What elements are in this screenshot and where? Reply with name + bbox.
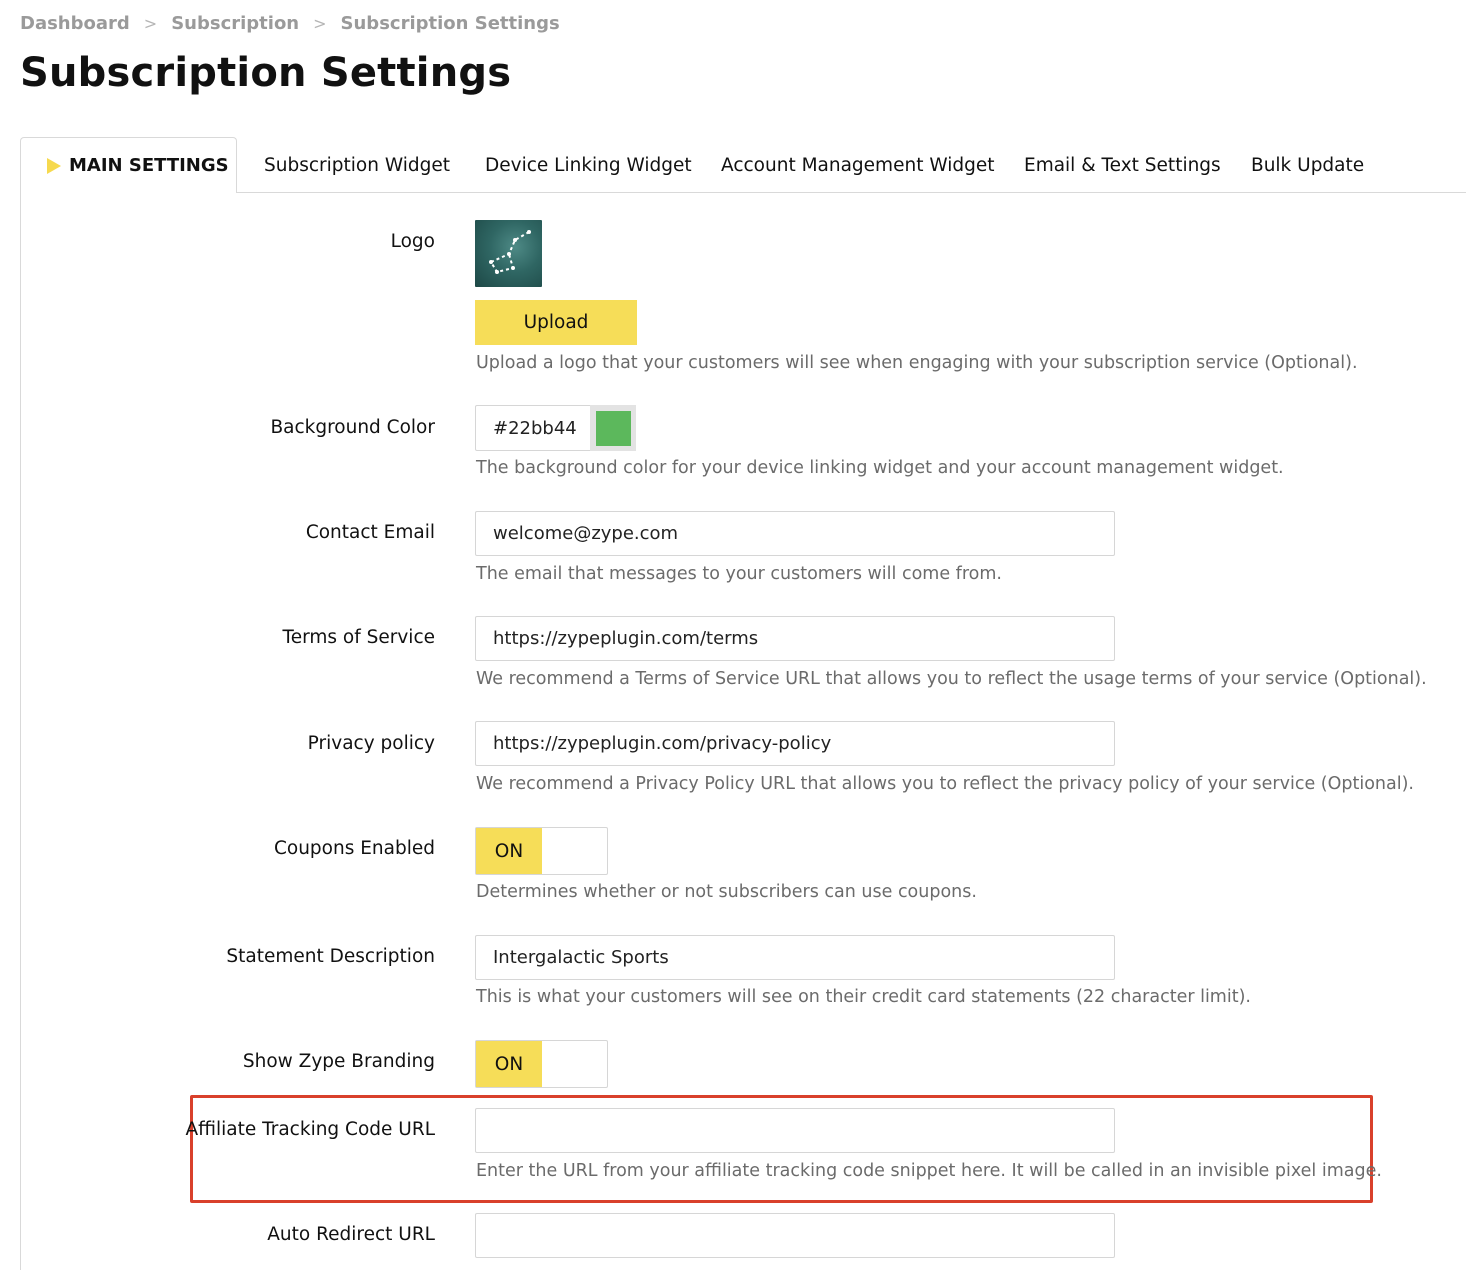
toggle-on-state: ON (476, 1041, 542, 1087)
tab-subscription-widget[interactable]: Subscription Widget (264, 137, 450, 193)
upload-button[interactable]: Upload (475, 300, 637, 345)
tab-account-management-widget[interactable]: Account Management Widget (721, 137, 994, 193)
tab-email-text-settings[interactable]: Email & Text Settings (1024, 137, 1221, 193)
constellation-icon (489, 230, 531, 274)
color-picker-button[interactable] (590, 405, 636, 451)
logo-help: Upload a logo that your customers will s… (476, 353, 1358, 373)
coupons-toggle[interactable]: ON (475, 827, 608, 875)
coupons-help: Determines whether or not subscribers ca… (476, 882, 977, 902)
panel-border (20, 192, 21, 1270)
chevron-right-icon: > (313, 14, 327, 33)
tab-main-settings[interactable]: MAIN SETTINGS (20, 137, 237, 193)
statement-label: Statement Description (226, 946, 435, 967)
branding-toggle[interactable]: ON (475, 1040, 608, 1088)
coupons-label: Coupons Enabled (273, 838, 435, 859)
privacy-input[interactable]: https://zypeplugin.com/privacy-policy (475, 721, 1115, 766)
branding-label: Show Zype Branding (242, 1051, 435, 1072)
breadcrumb-current: Subscription Settings (340, 13, 560, 34)
statement-help: This is what your customers will see on … (476, 987, 1251, 1007)
affiliate-help: Enter the URL from your affiliate tracki… (476, 1161, 1382, 1181)
page-title: Subscription Settings (20, 50, 512, 96)
background-color-help: The background color for your device lin… (476, 458, 1284, 478)
privacy-help: We recommend a Privacy Policy URL that a… (476, 774, 1414, 794)
redirect-input[interactable] (475, 1213, 1115, 1258)
chevron-right-icon: > (143, 14, 158, 33)
breadcrumb-subscription[interactable]: Subscription (171, 13, 299, 34)
terms-label: Terms of Service (282, 627, 435, 648)
affiliate-label: Affiliate Tracking Code URL (185, 1119, 435, 1140)
statement-input[interactable]: Intergalactic Sports (475, 935, 1115, 980)
breadcrumb-dashboard[interactable]: Dashboard (20, 13, 130, 34)
terms-help: We recommend a Terms of Service URL that… (476, 669, 1427, 689)
logo-image (475, 220, 542, 287)
background-color-label: Background Color (270, 417, 435, 438)
affiliate-input[interactable] (475, 1108, 1115, 1153)
contact-email-label: Contact Email (305, 522, 435, 543)
contact-email-input[interactable]: welcome@zype.com (475, 511, 1115, 556)
contact-email-help: The email that messages to your customer… (476, 564, 1002, 584)
redirect-label: Auto Redirect URL (267, 1224, 435, 1245)
toggle-on-state: ON (476, 828, 542, 874)
tab-bulk-update[interactable]: Bulk Update (1251, 137, 1364, 193)
background-color-value: #22bb44 (493, 417, 577, 439)
breadcrumb: Dashboard > Subscription > Subscription … (20, 13, 560, 34)
terms-input[interactable]: https://zypeplugin.com/terms (475, 616, 1115, 661)
background-color-field[interactable]: #22bb44 (475, 405, 636, 451)
color-swatch (595, 410, 631, 446)
privacy-label: Privacy policy (307, 733, 435, 754)
tab-bar: MAIN SETTINGS Subscription Widget Device… (20, 137, 1466, 193)
tab-device-linking-widget[interactable]: Device Linking Widget (485, 137, 692, 193)
triangle-right-icon (47, 157, 61, 174)
logo-label: Logo (390, 231, 435, 252)
tab-label: MAIN SETTINGS (69, 155, 229, 176)
